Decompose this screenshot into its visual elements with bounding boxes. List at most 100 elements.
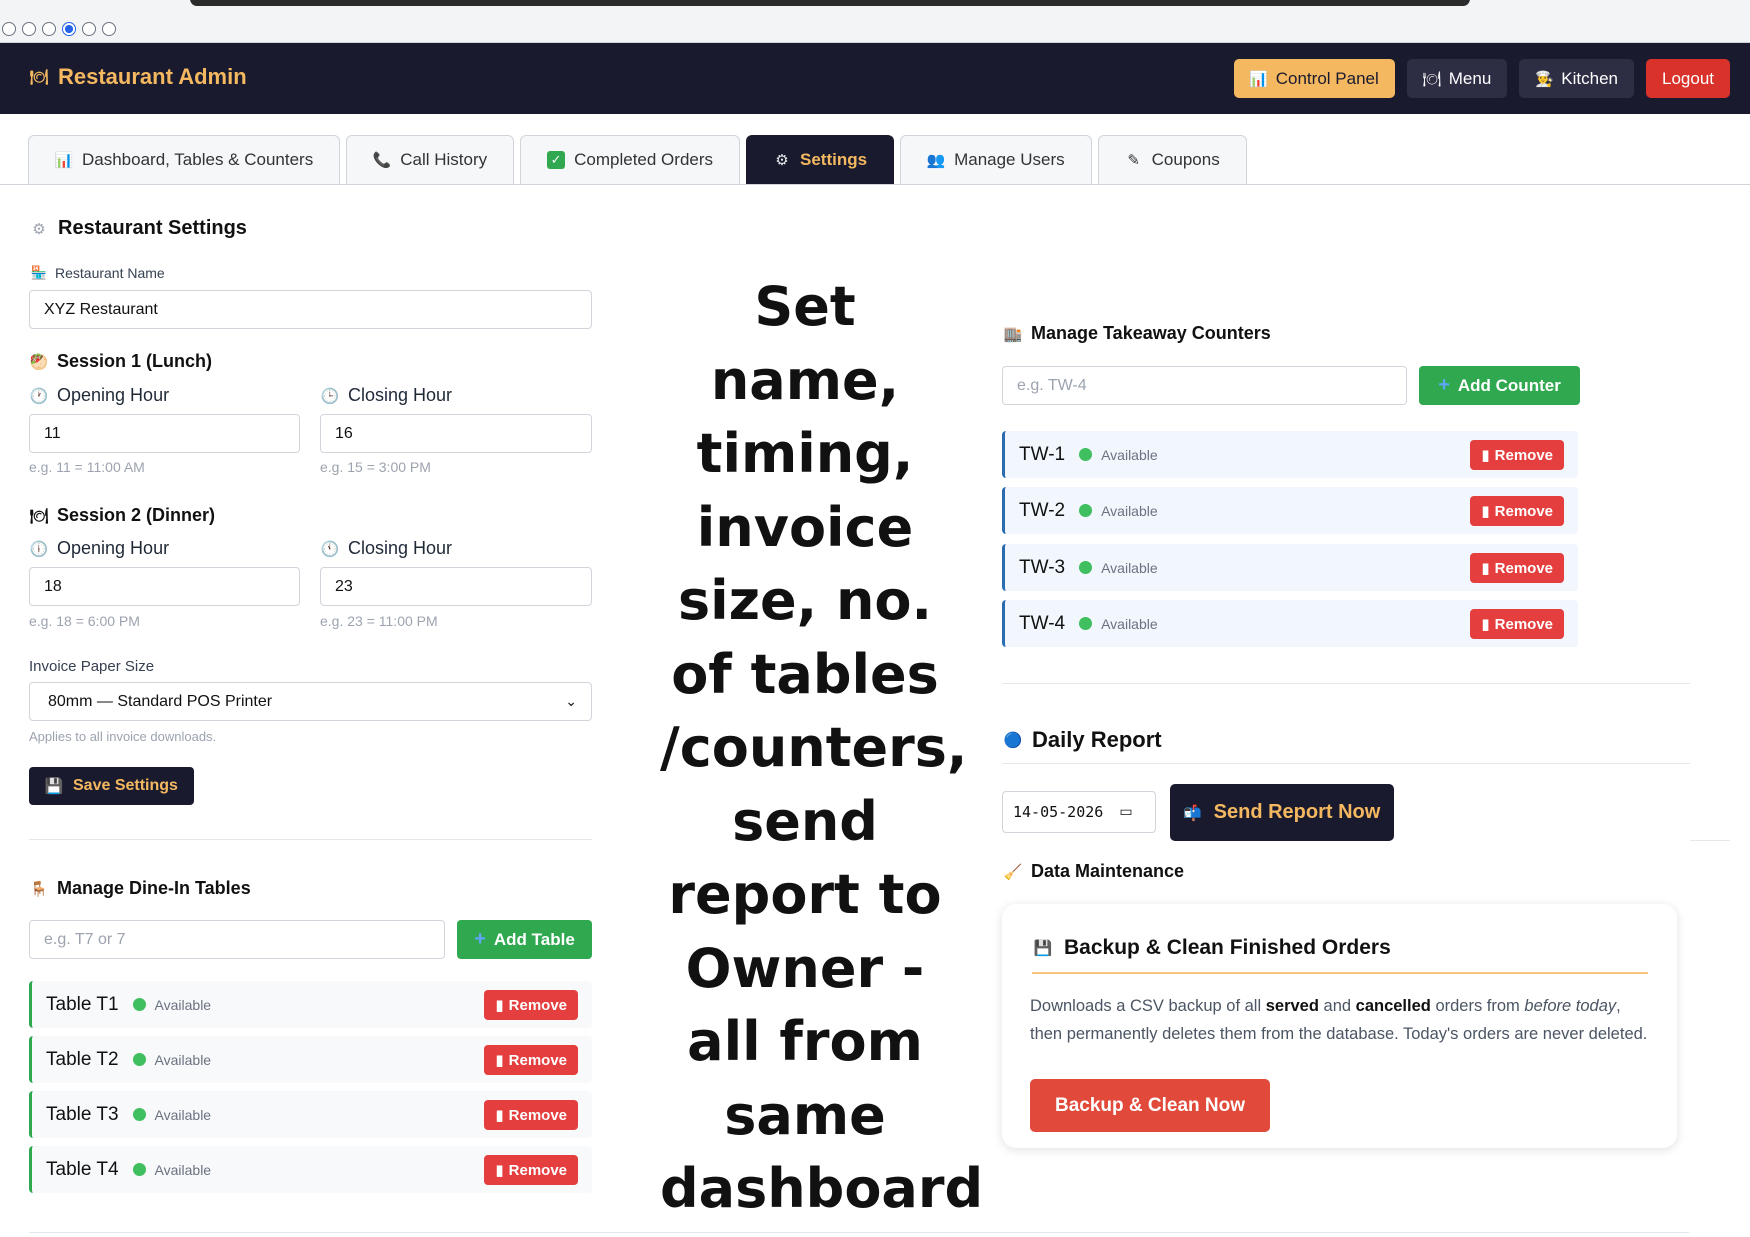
table-row: Table T4 Available ▮ Remove — [29, 1146, 592, 1193]
browser-address-bar[interactable] — [190, 0, 1470, 6]
table-row: Table T1 Available ▮ Remove — [29, 981, 592, 1028]
restaurant-name-input[interactable]: XYZ Restaurant — [29, 290, 592, 329]
tab-settings[interactable]: ⚙ Settings — [746, 135, 895, 184]
indicator-dot[interactable] — [22, 22, 36, 36]
description-emphasis: cancelled — [1355, 997, 1431, 1015]
brand[interactable]: 🍽 Restaurant Admin — [29, 64, 246, 90]
table-status: Available — [154, 1161, 212, 1178]
backup-card-title: 💾 Backup & Clean Finished Orders — [1034, 936, 1391, 960]
remove-label: Remove — [508, 1106, 567, 1124]
indicator-dot[interactable] — [102, 22, 116, 36]
invoice-size-hint: Applies to all invoice downloads. — [29, 729, 217, 744]
send-report-button[interactable]: 📬 Send Report Now — [1170, 784, 1394, 841]
remove-table-button[interactable]: ▮ Remove — [484, 1100, 578, 1130]
trash-icon: ▮ — [1481, 560, 1490, 577]
remove-table-button[interactable]: ▮ Remove — [484, 1155, 578, 1185]
session2-opening-input[interactable]: 18 — [29, 567, 300, 606]
remove-table-button[interactable]: ▮ Remove — [484, 990, 578, 1020]
tab-label: Manage Users — [954, 150, 1065, 169]
backup-description: Downloads a CSV backup of all served and… — [1030, 992, 1655, 1048]
indicator-dot[interactable] — [82, 22, 96, 36]
tab-coupons[interactable]: ✎ Coupons — [1097, 135, 1247, 184]
report-date-input[interactable]: 14-05-2026 ▭ — [1002, 791, 1156, 833]
tab-label: Call History — [400, 150, 488, 169]
remove-table-button[interactable]: ▮ Remove — [484, 1045, 578, 1075]
tab-dashboard[interactable]: 📊 Dashboard, Tables & Counters — [28, 135, 341, 184]
counter-status: Available — [1101, 446, 1158, 463]
page-indicator-dots — [2, 22, 116, 36]
counter-input[interactable]: e.g. TW-4 — [1002, 366, 1407, 405]
daily-report-title: 🔵 Daily Report — [1004, 727, 1162, 753]
add-table-button[interactable]: + Add Table — [457, 920, 592, 959]
remove-counter-button[interactable]: ▮ Remove — [1470, 496, 1564, 526]
backup-card-title-text: Backup & Clean Finished Orders — [1064, 936, 1391, 959]
nav-buttons: 📊 Control Panel 🍽 Menu 👨‍🍳 Kitchen Logou… — [1233, 59, 1730, 98]
remove-label: Remove — [508, 1161, 567, 1179]
counter-icon: 🏬 — [1003, 325, 1023, 343]
logout-button[interactable]: Logout — [1646, 59, 1730, 98]
counter-name: TW-4 — [1019, 612, 1066, 634]
indicator-dot[interactable] — [42, 22, 56, 36]
session2-title-text: Session 2 (Dinner) — [57, 505, 216, 525]
settings-title-text: Restaurant Settings — [58, 217, 247, 239]
tab-divider — [0, 184, 1750, 185]
status-dot-icon — [132, 1108, 146, 1121]
trash-icon: ▮ — [1481, 616, 1490, 633]
tab-completed-orders[interactable]: ✓ Completed Orders — [520, 135, 741, 184]
counter-name: TW-2 — [1019, 499, 1066, 521]
tab-manage-users[interactable]: 👥 Manage Users — [900, 135, 1092, 184]
save-settings-button[interactable]: 💾 Save Settings — [29, 767, 194, 805]
control-panel-button[interactable]: 📊 Control Panel — [1233, 59, 1395, 98]
add-counter-label: Add Counter — [1457, 375, 1561, 395]
remove-counter-button[interactable]: ▮ Remove — [1470, 553, 1564, 583]
session2-title: 🍽 Session 2 (Dinner) — [29, 505, 216, 526]
session1-closing-label: 🕒 Closing Hour — [321, 385, 452, 406]
add-table-label: Add Table — [493, 929, 575, 949]
session1-opening-label: 🕐 Opening Hour — [30, 385, 169, 406]
data-maintenance-title: 🧹 Data Maintenance — [1004, 861, 1184, 882]
kitchen-button[interactable]: 👨‍🍳 Kitchen — [1519, 59, 1634, 98]
floppy-icon: 💾 — [1033, 940, 1053, 957]
invoice-size-select[interactable]: 80mm — Standard POS Printer ⌄ — [29, 682, 592, 721]
session1-opening-input[interactable]: 11 — [29, 414, 300, 453]
tab-label: Completed Orders — [574, 150, 714, 169]
store-icon: 🏪 — [30, 265, 48, 280]
backup-card: 💾 Backup & Clean Finished Orders Downloa… — [1002, 904, 1677, 1148]
indicator-dot-active[interactable] — [62, 22, 76, 36]
calendar-icon[interactable]: ▭ — [1119, 804, 1132, 820]
counters-title-text: Manage Takeaway Counters — [1031, 323, 1271, 343]
backup-clean-button[interactable]: Backup & Clean Now — [1030, 1079, 1270, 1132]
counter-name: TW-1 — [1019, 443, 1066, 465]
session1-closing-input[interactable]: 16 — [320, 414, 592, 453]
trash-icon: ▮ — [1481, 503, 1490, 520]
gear-icon: ⚙ — [775, 152, 789, 169]
tables-title: 🪑 Manage Dine-In Tables — [30, 878, 251, 899]
status-dot-icon — [132, 1053, 146, 1066]
menu-label: Menu — [1448, 68, 1492, 88]
tab-call-history[interactable]: 📞 Call History — [346, 135, 515, 184]
dinner-icon: 🍽 — [29, 507, 49, 525]
daily-report-title-text: Daily Report — [1032, 727, 1162, 752]
status-dot-icon — [132, 998, 146, 1011]
add-counter-button[interactable]: + Add Counter — [1419, 366, 1580, 405]
tab-label: Dashboard, Tables & Counters — [82, 150, 314, 169]
session2-closing-label-text: Closing Hour — [348, 538, 453, 558]
gear-icon: ⚙ — [32, 220, 46, 238]
tag-icon: ✎ — [1127, 152, 1140, 169]
trash-icon: ▮ — [495, 1107, 504, 1124]
table-input[interactable]: e.g. T7 or 7 — [29, 920, 445, 959]
clock-icon: 🕚 — [320, 540, 340, 558]
report-date-value: 14-05-2026 — [1013, 803, 1104, 821]
indicator-dot[interactable] — [2, 22, 16, 36]
remove-counter-button[interactable]: ▮ Remove — [1470, 609, 1564, 639]
tab-label: Coupons — [1151, 150, 1220, 169]
session2-closing-input[interactable]: 23 — [320, 567, 592, 606]
menu-button[interactable]: 🍽 Menu — [1406, 59, 1508, 98]
control-panel-label: Control Panel — [1275, 68, 1379, 88]
table-name: Table T3 — [46, 1103, 119, 1125]
remove-counter-button[interactable]: ▮ Remove — [1470, 440, 1564, 470]
clock-icon: 🕕 — [29, 540, 49, 558]
invoice-size-label: Invoice Paper Size — [29, 658, 155, 675]
counter-row: TW-3 Available ▮ Remove — [1002, 544, 1578, 591]
top-navbar: 🍽 Restaurant Admin 📊 Control Panel 🍽 Men… — [0, 43, 1750, 114]
